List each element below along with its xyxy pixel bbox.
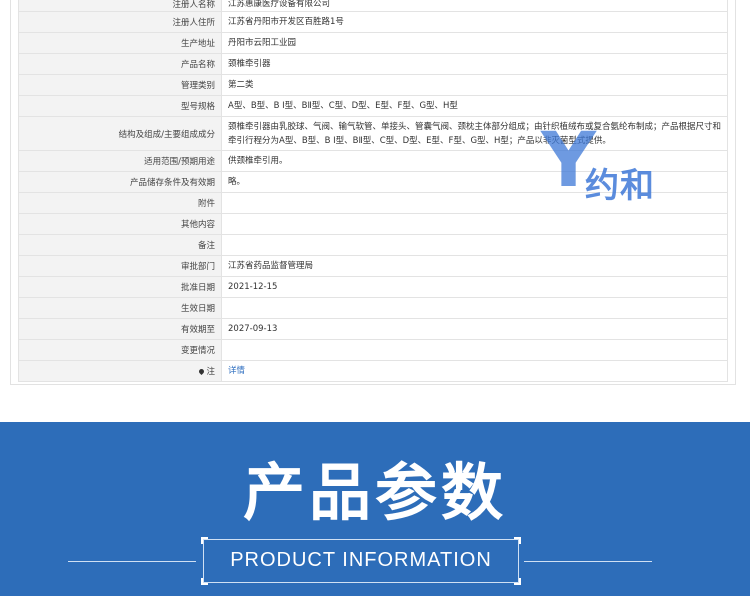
row-label: 其他内容	[18, 213, 222, 235]
frame-corner-tl	[201, 537, 208, 544]
table-row: 产品名称 颈椎牵引器	[18, 53, 728, 75]
pin-icon	[198, 367, 206, 376]
row-label: 附件	[18, 192, 222, 214]
table-row: 变更情况	[18, 339, 728, 361]
table-row: 生效日期	[18, 297, 728, 319]
table-row: 批准日期 2021-12-15	[18, 276, 728, 298]
row-label: 审批部门	[18, 255, 222, 277]
table-row: 有效期至 2027-09-13	[18, 318, 728, 340]
row-label: 批准日期	[18, 276, 222, 298]
row-value-note: 详情	[221, 360, 728, 382]
row-value	[221, 339, 728, 361]
frame-corner-bl	[201, 578, 208, 585]
table-row: 结构及组成/主要组成成分 颈椎牵引器由乳胶球、气阀、输气软管、单接头、管囊气阀、颈…	[18, 116, 728, 151]
table-row: 管理类别 第二类	[18, 74, 728, 96]
row-value: 江苏省药品监督管理局	[221, 255, 728, 277]
row-label: 注册人住所	[18, 11, 222, 33]
row-label: 结构及组成/主要组成成分	[18, 116, 222, 151]
table-row: 其他内容	[18, 213, 728, 235]
row-value	[221, 234, 728, 256]
row-value: 江苏惠康医疗设备有限公司	[221, 0, 728, 12]
banner-divider-left	[68, 561, 196, 562]
banner-subtitle: PRODUCT INFORMATION	[230, 549, 492, 571]
registration-panel: 注册人名称 江苏惠康医疗设备有限公司 注册人住所 江苏省丹阳市开发区百胜路1号 生产地址…	[10, 0, 736, 385]
frame-corner-tr	[514, 537, 521, 544]
row-label: 产品名称	[18, 53, 222, 75]
table-row: 注册人住所 江苏省丹阳市开发区百胜路1号	[18, 11, 728, 33]
table-row: 型号规格 A型、B型、B Ⅰ型、BⅡ型、C型、D型、E型、F型、G型、H型	[18, 95, 728, 117]
row-label-note: 注	[18, 360, 222, 382]
row-label: 生产地址	[18, 32, 222, 54]
banner-divider-right	[524, 561, 652, 562]
table-row: 附件	[18, 192, 728, 214]
row-label: 备注	[18, 234, 222, 256]
table-row-note: 注 详情	[18, 360, 728, 382]
row-value: 丹阳市云阳工业园	[221, 32, 728, 54]
table-row: 备注	[18, 234, 728, 256]
row-value: 颈椎牵引器	[221, 53, 728, 75]
row-value: 供颈椎牵引用。	[221, 150, 728, 172]
row-label: 管理类别	[18, 74, 222, 96]
table-row: 适用范围/预期用途 供颈椎牵引用。	[18, 150, 728, 172]
row-value	[221, 192, 728, 214]
section-banner: 产品参数 PRODUCT INFORMATION	[0, 422, 750, 596]
row-value: 2021-12-15	[221, 276, 728, 298]
row-label: 注册人名称	[18, 0, 222, 12]
row-label: 型号规格	[18, 95, 222, 117]
row-value: 江苏省丹阳市开发区百胜路1号	[221, 11, 728, 33]
row-value: 2027-09-13	[221, 318, 728, 340]
row-value: 略。	[221, 171, 728, 193]
note-label: 注	[206, 367, 215, 377]
row-value: 第二类	[221, 74, 728, 96]
table-row: 产品储存条件及有效期 略。	[18, 171, 728, 193]
row-label: 变更情况	[18, 339, 222, 361]
table-row: 审批部门 江苏省药品监督管理局	[18, 255, 728, 277]
registration-table: 注册人名称 江苏惠康医疗设备有限公司 注册人住所 江苏省丹阳市开发区百胜路1号 生产地址…	[18, 0, 728, 382]
table-row: 注册人名称 江苏惠康医疗设备有限公司	[18, 0, 728, 12]
banner-title: 产品参数	[242, 456, 507, 529]
row-value: 颈椎牵引器由乳胶球、气阀、输气软管、单接头、管囊气阀、颈枕主体部分组成；由针织植…	[221, 116, 728, 151]
frame-corner-br	[514, 578, 521, 585]
row-label: 产品储存条件及有效期	[18, 171, 222, 193]
row-label: 适用范围/预期用途	[18, 150, 222, 172]
banner-subtitle-frame: PRODUCT INFORMATION	[201, 537, 521, 585]
row-value: A型、B型、B Ⅰ型、BⅡ型、C型、D型、E型、F型、G型、H型	[221, 95, 728, 117]
table-row: 生产地址 丹阳市云阳工业园	[18, 32, 728, 54]
row-label: 有效期至	[18, 318, 222, 340]
row-value	[221, 213, 728, 235]
details-link[interactable]: 详情	[228, 366, 245, 376]
row-label: 生效日期	[18, 297, 222, 319]
row-value	[221, 297, 728, 319]
